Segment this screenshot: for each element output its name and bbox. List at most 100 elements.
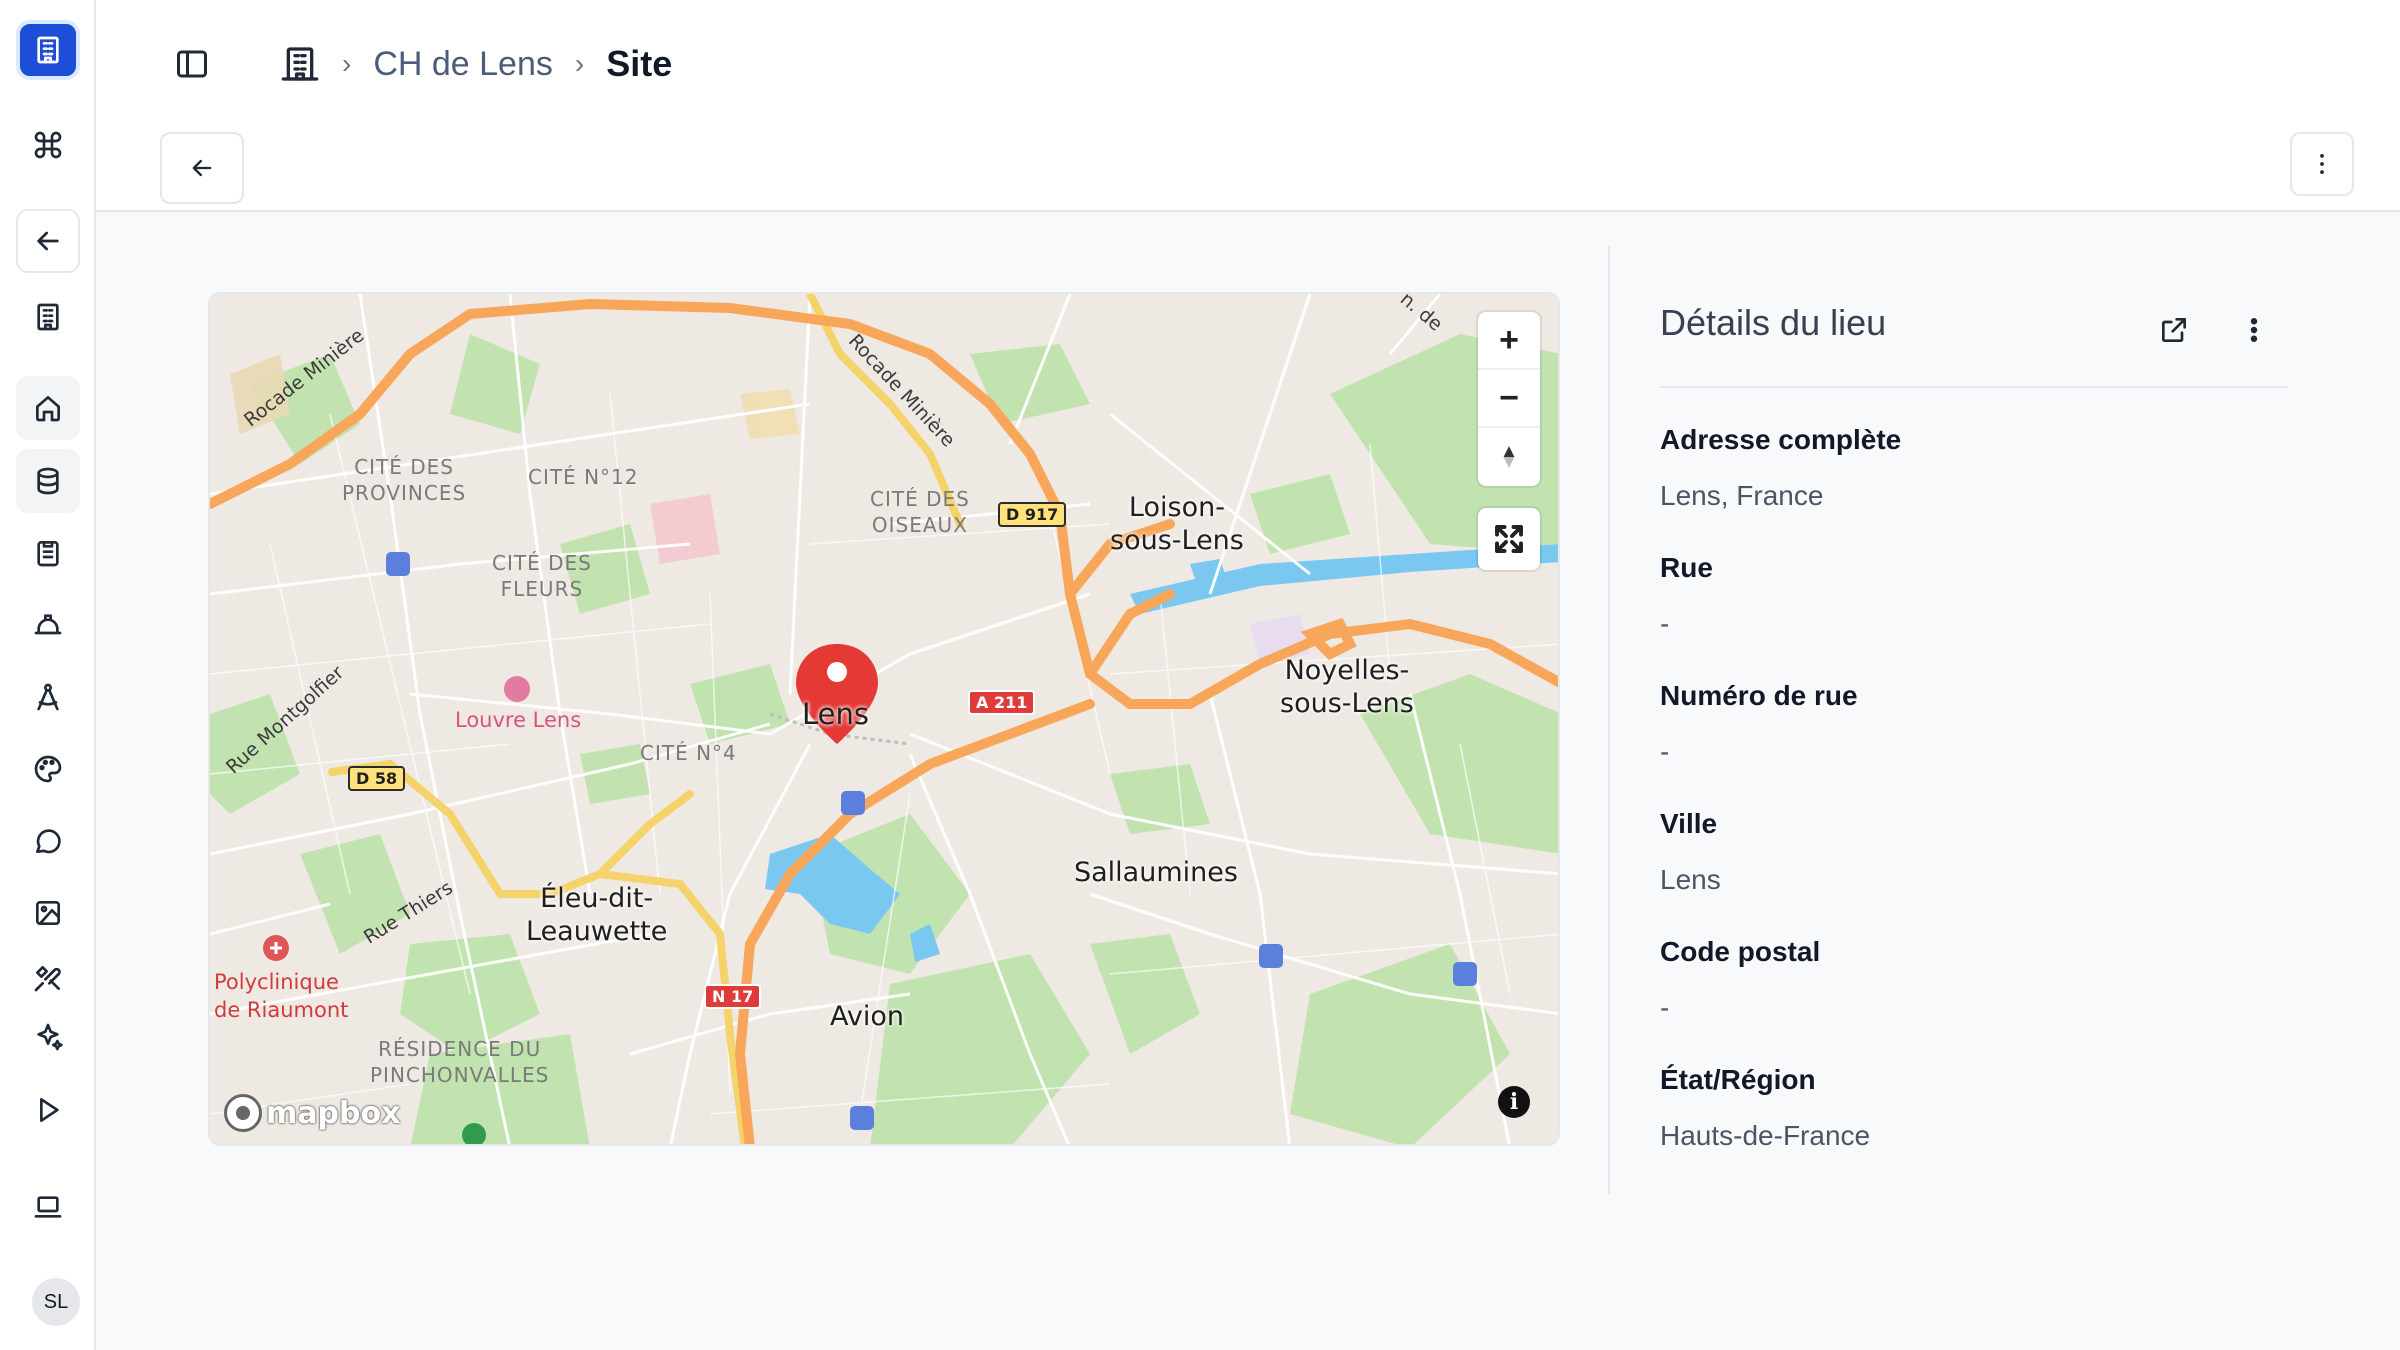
chevron-right-icon: › bbox=[574, 48, 585, 79]
details-title: Détails du lieu bbox=[1660, 302, 1887, 343]
site-map[interactable]: Loison-sous-Lens Noyelles-sous-Lens Lens… bbox=[208, 292, 1560, 1146]
app-logo[interactable] bbox=[16, 20, 80, 80]
map-label-sallaumines: Sallaumines bbox=[1074, 857, 1238, 888]
nav-home[interactable] bbox=[16, 376, 80, 440]
nav-images[interactable] bbox=[16, 881, 80, 945]
map-label-loison: Loison-sous-Lens bbox=[1110, 492, 1244, 556]
kebab-menu-icon bbox=[2250, 318, 2258, 342]
zoom-in-button[interactable]: + bbox=[1478, 312, 1540, 370]
toolbar bbox=[96, 128, 2400, 212]
panel-divider bbox=[1608, 246, 1610, 1194]
field-label-city: Ville bbox=[1660, 808, 1718, 839]
back-button[interactable] bbox=[160, 132, 244, 204]
plus-icon: + bbox=[1499, 320, 1519, 359]
sidebar-toggle-button[interactable] bbox=[168, 40, 216, 88]
chat-icon bbox=[36, 829, 61, 854]
nav-tools[interactable] bbox=[16, 946, 80, 1010]
map-label-lens: Lens bbox=[802, 697, 869, 731]
map-zoom-controls: + − bbox=[1478, 312, 1540, 486]
map-label-noyelles: Noyelles-sous-Lens bbox=[1280, 655, 1414, 719]
sparkles-icon bbox=[37, 1023, 63, 1051]
top-bar: › CH de Lens › Site bbox=[96, 0, 2400, 128]
user-avatar[interactable]: SL bbox=[32, 1278, 80, 1326]
road-shield-d917: D 917 bbox=[998, 502, 1067, 527]
field-label-street: Rue bbox=[1660, 552, 1713, 583]
field-label-full-address: Adresse complète bbox=[1660, 424, 1902, 455]
field-value-region: Hauts-de-France bbox=[1660, 1120, 1871, 1150]
field-value-street: - bbox=[1660, 608, 1670, 639]
nav-design[interactable] bbox=[16, 665, 80, 729]
image-icon bbox=[36, 901, 60, 925]
map-poi-polyclinique: Polyclinique de Riaumont bbox=[214, 970, 349, 1022]
field-label-region: État/Région bbox=[1660, 1064, 1816, 1095]
field-label-street-number: Numéro de rue bbox=[1660, 680, 1858, 711]
mapbox-logo[interactable]: mapbox bbox=[224, 1094, 400, 1132]
field-value-postal-code: - bbox=[1660, 992, 1670, 1023]
field-label-postal-code: Code postal bbox=[1660, 936, 1821, 967]
command-icon bbox=[34, 131, 62, 159]
nav-works[interactable] bbox=[16, 593, 80, 657]
map-label-eleu: Éleu-dit- Leauwette bbox=[526, 883, 668, 947]
breadcrumb-parent[interactable]: CH de Lens bbox=[373, 45, 553, 84]
sidebar-panel-icon bbox=[177, 50, 207, 78]
chevron-right-icon: › bbox=[342, 48, 352, 79]
zoom-out-button[interactable]: − bbox=[1478, 370, 1540, 428]
field-value-street-number: - bbox=[1660, 736, 1670, 767]
back-arrow-icon bbox=[37, 231, 59, 251]
home-icon bbox=[36, 396, 60, 422]
fullscreen-button[interactable] bbox=[1478, 508, 1540, 570]
details-divider bbox=[1660, 386, 2288, 388]
compass-icon bbox=[1503, 446, 1515, 468]
map-district-n12: CITÉ N°12 bbox=[528, 465, 639, 489]
details-more-button[interactable] bbox=[2232, 308, 2276, 352]
hard-hat-icon bbox=[34, 614, 62, 635]
map-label-avion: Avion bbox=[830, 1001, 904, 1032]
nav-device[interactable] bbox=[16, 1175, 80, 1239]
tools-icon bbox=[34, 966, 61, 992]
map-district-fleurs: CITÉ DES FLEURS bbox=[492, 551, 592, 601]
place-details-panel: Détails du lieu Adresse complète Lens, F… bbox=[1660, 290, 2288, 1150]
back-button[interactable] bbox=[16, 209, 80, 273]
mapbox-wordmark: mapbox bbox=[266, 1095, 401, 1131]
nav-messages[interactable] bbox=[16, 809, 80, 873]
map-district-oiseaux: CITÉ DES OISEAUX bbox=[870, 487, 970, 537]
minus-icon: − bbox=[1499, 378, 1519, 417]
fullscreen-icon bbox=[1495, 525, 1523, 553]
reset-north-button[interactable] bbox=[1478, 428, 1540, 486]
road-shield-n17: N 17 bbox=[704, 984, 762, 1009]
mapbox-mark-icon bbox=[224, 1094, 262, 1132]
map-info-button[interactable]: i bbox=[1498, 1086, 1530, 1118]
app-rail: SL bbox=[0, 0, 96, 1350]
page-title: Site bbox=[606, 43, 673, 84]
play-icon bbox=[39, 1098, 59, 1122]
road-shield-d58: D 58 bbox=[348, 766, 406, 791]
nav-database[interactable] bbox=[16, 449, 80, 513]
external-link-icon bbox=[2162, 318, 2186, 342]
road-shield-a211: A 211 bbox=[968, 690, 1036, 715]
drafting-compass-icon bbox=[37, 683, 59, 711]
nav-palette[interactable] bbox=[16, 737, 80, 801]
more-options-button[interactable] bbox=[2290, 132, 2354, 196]
nav-buildings[interactable] bbox=[16, 285, 80, 349]
map-district-provinces: CITÉ DES PROVINCES bbox=[342, 455, 467, 505]
nav-tasks[interactable] bbox=[16, 521, 80, 585]
map-district-n4: CITÉ N°4 bbox=[640, 741, 737, 765]
breadcrumb: › CH de Lens › Site bbox=[342, 36, 672, 92]
breadcrumb-home[interactable] bbox=[276, 40, 324, 88]
field-value-city: Lens bbox=[1660, 864, 1721, 895]
building-icon bbox=[281, 47, 319, 81]
command-button[interactable] bbox=[16, 113, 80, 177]
building-logo-icon bbox=[37, 36, 59, 64]
nav-ai[interactable] bbox=[16, 1005, 80, 1069]
nav-play[interactable] bbox=[16, 1078, 80, 1142]
kebab-menu-icon bbox=[2320, 153, 2324, 175]
clipboard-icon bbox=[37, 541, 59, 567]
palette-icon bbox=[34, 755, 62, 783]
open-external-button[interactable] bbox=[2152, 308, 2196, 352]
map-district-pinchonvalles: RÉSIDENCE DU PINCHONVALLES bbox=[370, 1037, 550, 1087]
arrow-left-icon bbox=[192, 159, 212, 177]
building-icon bbox=[37, 303, 59, 331]
map-poi-louvre: Louvre Lens bbox=[455, 708, 582, 732]
database-icon bbox=[37, 467, 59, 495]
field-value-full-address: Lens, France bbox=[1660, 480, 1824, 511]
